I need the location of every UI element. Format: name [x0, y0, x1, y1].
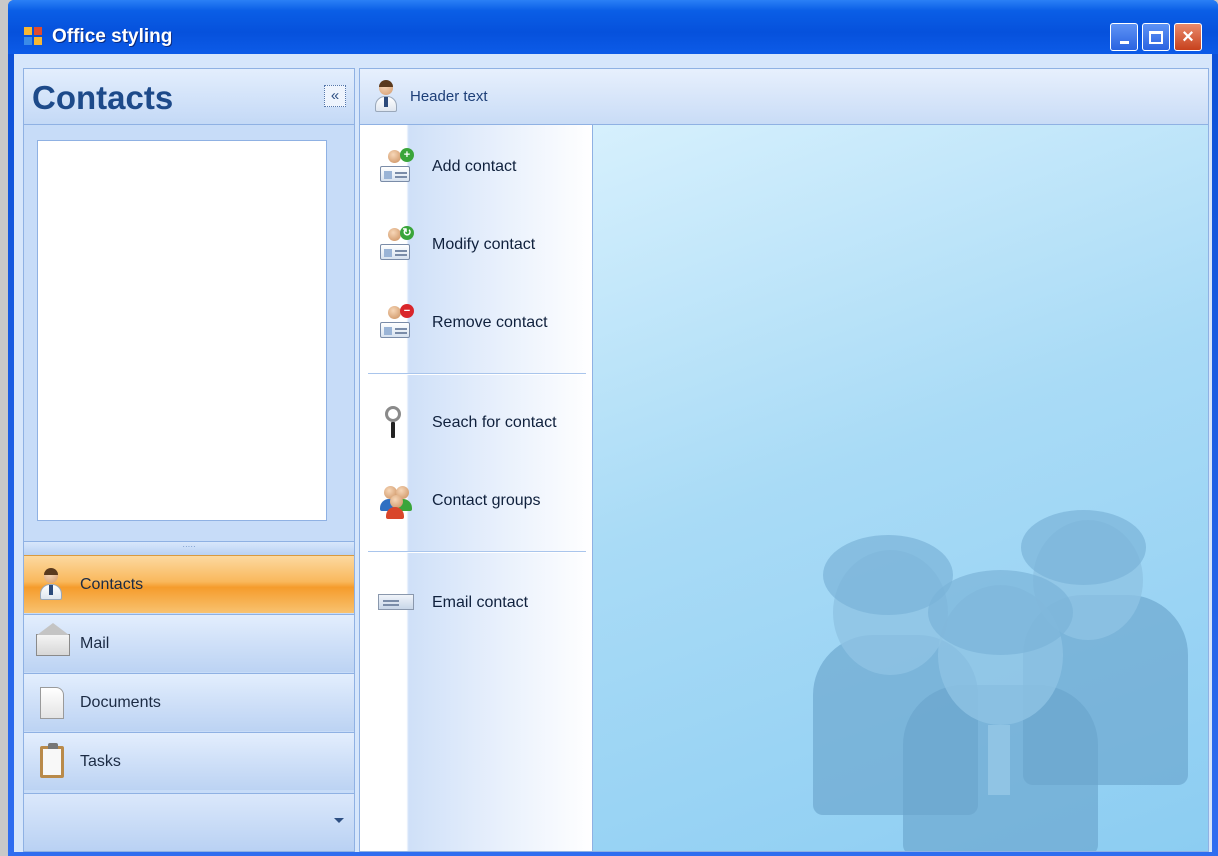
modify-contact-link[interactable]: ↻ Modify contact — [378, 223, 588, 267]
nav-button-label: Documents — [80, 693, 161, 711]
nav-content-area[interactable] — [37, 140, 327, 521]
nav-button-documents[interactable]: Documents — [24, 673, 354, 731]
nav-button-mail[interactable]: Mail — [24, 614, 354, 672]
task-label: Add contact — [432, 158, 517, 175]
maximize-icon — [1149, 30, 1163, 44]
task-label: Seach for contact — [432, 414, 557, 431]
nav-splitter[interactable]: ····· — [24, 541, 354, 555]
person-icon — [372, 78, 400, 116]
email-card-icon — [378, 584, 416, 622]
header-text: Header text — [410, 88, 488, 105]
main-header: Header text — [360, 69, 1208, 125]
task-label: Modify contact — [432, 236, 536, 253]
person-icon — [36, 567, 66, 603]
minimize-icon — [1119, 40, 1129, 44]
nav-button-label: Mail — [80, 634, 110, 652]
nav-button-label: Tasks — [80, 752, 121, 770]
email-contact-link[interactable]: Email contact — [378, 581, 588, 625]
chevron-down-icon[interactable] — [334, 818, 344, 823]
application-window: Office styling × Contacts « ····· Contac… — [8, 0, 1218, 856]
modify-contact-icon: ↻ — [378, 226, 416, 264]
nav-header: Contacts « — [24, 69, 354, 125]
nav-button-contacts[interactable]: Contacts — [24, 555, 354, 613]
remove-contact-link[interactable]: − Remove contact — [378, 301, 588, 345]
task-separator — [368, 551, 586, 553]
nav-button-label: Contacts — [80, 575, 144, 593]
app-icon[interactable] — [24, 27, 42, 45]
close-icon: × — [1182, 26, 1194, 48]
close-button[interactable]: × — [1174, 23, 1202, 51]
minimize-button[interactable] — [1110, 23, 1138, 51]
magnifier-icon — [378, 404, 416, 442]
task-pane: + Add contact ↻ Modify contact − Remove … — [360, 125, 593, 851]
client-area: Contacts « ····· Contacts Mail Documents… — [14, 54, 1212, 852]
document-icon — [36, 685, 66, 721]
task-label: Email contact — [432, 594, 529, 611]
contact-groups-icon — [378, 482, 416, 520]
nav-title: Contacts — [32, 79, 174, 116]
nav-overflow-bar[interactable] — [24, 793, 354, 851]
remove-contact-icon: − — [378, 304, 416, 342]
main-panel: Header text + Add contact ↻ Modify conta… — [359, 68, 1209, 852]
clipboard-icon — [36, 742, 66, 780]
add-contact-link[interactable]: + Add contact — [378, 145, 588, 189]
contact-groups-link[interactable]: Contact groups — [378, 479, 588, 523]
task-separator — [368, 373, 586, 375]
envelope-icon — [36, 622, 70, 662]
title-bar[interactable]: Office styling × — [8, 0, 1218, 54]
maximize-button[interactable] — [1142, 23, 1170, 51]
window-title: Office styling — [52, 26, 173, 47]
task-label: Contact groups — [432, 492, 541, 509]
navigation-pane: Contacts « ····· Contacts Mail Documents… — [23, 68, 355, 852]
task-label: Remove contact — [432, 314, 548, 331]
add-contact-icon: + — [378, 148, 416, 186]
collapse-button[interactable]: « — [324, 85, 346, 107]
search-contact-link[interactable]: Seach for contact — [378, 401, 588, 445]
nav-button-tasks[interactable]: Tasks — [24, 732, 354, 790]
content-area[interactable] — [593, 125, 1208, 851]
